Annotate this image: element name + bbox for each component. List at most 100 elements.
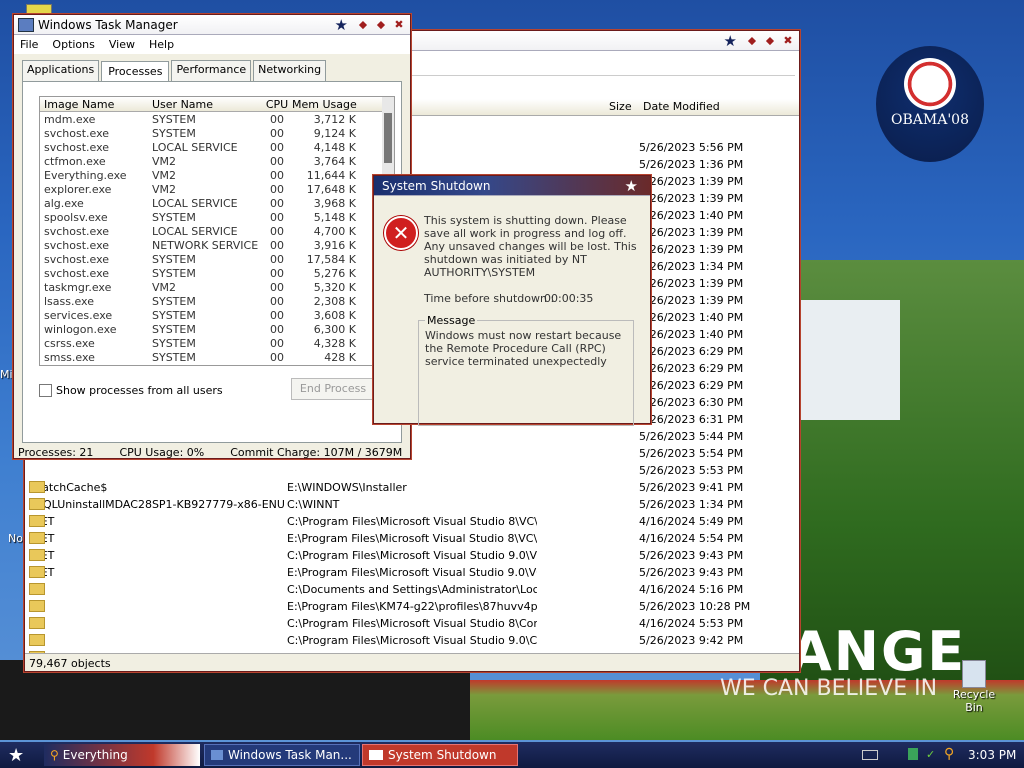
- process-cpu: 00: [270, 112, 284, 126]
- tray-network-icon[interactable]: [908, 748, 918, 760]
- file-date-modified: 5/26/2023 5:53 PM: [639, 464, 744, 477]
- file-path: C:\Program Files\Microsoft Visual Studio…: [287, 634, 537, 647]
- recycle-bin-icon[interactable]: Recycle Bin: [944, 660, 1004, 714]
- tab-performance[interactable]: Performance: [171, 60, 252, 81]
- file-row[interactable]: $SQLUninstallMDAC28SP1-KB927779-x86-ENU$…: [25, 498, 799, 515]
- end-process-button[interactable]: End Process: [291, 378, 375, 400]
- file-row[interactable]: .NETC:\Program Files\Microsoft Visual St…: [25, 515, 799, 532]
- clock[interactable]: 3:03 PM: [968, 748, 1016, 762]
- file-row[interactable]: 0C:\Documents and Settings\Administrator…: [25, 583, 799, 600]
- scroll-thumb[interactable]: [384, 113, 392, 163]
- process-row[interactable]: svchost.exe LOCAL SERVICE 00 4,148 K: [40, 140, 394, 154]
- taskbar-item-task-manager[interactable]: Windows Task Man...: [204, 744, 360, 766]
- maximize-icon[interactable]: ⬥: [763, 34, 777, 48]
- file-row[interactable]: $PatchCache$ E:\WINDOWS\Installer 5/26/202…: [25, 481, 799, 498]
- process-row[interactable]: explorer.exe VM2 00 17,648 K: [40, 182, 394, 196]
- process-cpu: 00: [270, 196, 284, 210]
- status-processes: Processes: 21: [18, 446, 94, 459]
- folder-icon: [29, 634, 45, 646]
- minimize-icon[interactable]: ⬥: [356, 18, 370, 32]
- process-image-name: explorer.exe: [44, 182, 112, 196]
- taskbar-item-everything[interactable]: ⚲ Everything: [44, 744, 200, 766]
- file-date-modified: 5/26/2023 5:44 PM: [639, 430, 744, 443]
- process-row[interactable]: svchost.exe LOCAL SERVICE 00 4,700 K: [40, 224, 394, 238]
- start-button[interactable]: ★: [2, 744, 32, 766]
- process-row[interactable]: lsass.exe SYSTEM 00 2,308 K: [40, 294, 394, 308]
- column-image-name[interactable]: Image Name: [40, 98, 152, 111]
- show-all-users-checkbox[interactable]: Show processes from all users: [39, 384, 223, 397]
- process-cpu: 00: [270, 238, 284, 252]
- star-start-icon: ★: [8, 744, 25, 766]
- process-row[interactable]: alg.exe LOCAL SERVICE 00 3,968 K: [40, 196, 394, 210]
- file-row[interactable]: .NETC:\Program Files\Microsoft Visual St…: [25, 549, 799, 566]
- taskbar-item-system-shutdown[interactable]: System Shutdown: [362, 744, 518, 766]
- menu-options[interactable]: Options: [52, 38, 94, 51]
- file-row[interactable]: 0C:\Program Files\Microsoft Visual Studi…: [25, 617, 799, 634]
- file-path: C:\Program Files\Microsoft Visual Studio…: [287, 549, 537, 562]
- tab-processes[interactable]: Processes: [101, 61, 170, 82]
- desktop-icon-left-2[interactable]: No: [8, 532, 23, 545]
- tray-search-icon[interactable]: ⚲: [944, 746, 954, 762]
- process-row[interactable]: mdm.exe SYSTEM 00 3,712 K: [40, 112, 394, 126]
- process-row[interactable]: winlogon.exe SYSTEM 00 6,300 K: [40, 322, 394, 336]
- menu-file[interactable]: File: [20, 38, 38, 51]
- file-row[interactable]: 0E:\Program Files\KM74-g22\profiles\87hu…: [25, 600, 799, 617]
- file-name-cell: $SQLUninstallMDAC28SP1-KB927779-x86-ENU$: [29, 498, 285, 511]
- file-row[interactable]: 5/26/2023 5:53 PM: [25, 464, 799, 481]
- task-manager-tabs: Applications Processes Performance Netwo…: [14, 60, 410, 82]
- file-date-modified: 5/26/2023 1:39 PM: [639, 192, 744, 205]
- process-row[interactable]: smss.exe SYSTEM 00 428 K: [40, 350, 394, 364]
- process-row[interactable]: spoolsv.exe SYSTEM 00 5,148 K: [40, 210, 394, 224]
- task-manager-taskbar-icon: [211, 750, 223, 760]
- column-user-name[interactable]: User Name: [152, 98, 262, 111]
- process-row[interactable]: Everything.exe VM2 00 11,644 K: [40, 168, 394, 182]
- task-manager-titlebar[interactable]: Windows Task Manager ★ ⬥ ⬥ ✖: [14, 15, 410, 35]
- process-cpu: 00: [270, 154, 284, 168]
- campaign-logo-text: OBAMA'08: [891, 112, 969, 128]
- file-path: E:\Program Files\Microsoft Visual Studio…: [287, 566, 537, 579]
- process-row[interactable]: svchost.exe SYSTEM 00 5,276 K: [40, 266, 394, 280]
- menu-help[interactable]: Help: [149, 38, 174, 51]
- file-path: E:\Program Files\KM74-g22\profiles\87huv…: [287, 600, 537, 613]
- process-row[interactable]: svchost.exe SYSTEM 00 17,584 K: [40, 252, 394, 266]
- desktop-icon-left-1[interactable]: Mi: [0, 368, 13, 381]
- close-icon[interactable]: ✖: [781, 34, 795, 48]
- process-user-name: NETWORK SERVICE: [152, 238, 259, 252]
- checkbox-box[interactable]: [39, 384, 52, 397]
- keyboard-icon[interactable]: [862, 750, 878, 760]
- maximize-icon[interactable]: ⬥: [374, 18, 388, 32]
- process-row[interactable]: services.exe SYSTEM 00 3,608 K: [40, 308, 394, 322]
- task-manager-window: Windows Task Manager ★ ⬥ ⬥ ✖ File Option…: [13, 14, 411, 459]
- process-row[interactable]: svchost.exeSYSTEM003,192 K: [40, 364, 394, 366]
- file-date-modified: 5/26/2023 1:40 PM: [639, 311, 744, 324]
- process-row[interactable]: taskmgr.exe VM2 00 5,320 K: [40, 280, 394, 294]
- tab-applications[interactable]: Applications: [22, 60, 100, 81]
- process-image-name: ctfmon.exe: [44, 154, 106, 168]
- close-icon[interactable]: ✖: [392, 18, 406, 32]
- tray-leaf-icon[interactable]: ✓: [926, 748, 935, 761]
- tab-networking[interactable]: Networking: [253, 60, 327, 81]
- file-date-modified: 4/16/2024 5:49 PM: [639, 515, 744, 528]
- column-date-modified[interactable]: Date Modified: [643, 100, 720, 113]
- process-cpu: 00: [270, 210, 284, 224]
- process-row[interactable]: csrss.exe SYSTEM 00 4,328 K: [40, 336, 394, 350]
- column-mem-usage[interactable]: Mem Usage: [292, 98, 362, 111]
- shutdown-message: This system is shutting down. Please sav…: [424, 214, 637, 279]
- process-row[interactable]: svchost.exe SYSTEM 00 9,124 K: [40, 126, 394, 140]
- column-size[interactable]: Size: [609, 100, 632, 113]
- file-row[interactable]: .NETE:\Program Files\Microsoft Visual St…: [25, 566, 799, 583]
- wallpaper-subslogan: WE CAN BELIEVE IN: [720, 676, 938, 701]
- process-row[interactable]: ctfmon.exe VM2 00 3,764 K: [40, 154, 394, 168]
- minimize-icon[interactable]: ⬥: [745, 34, 759, 48]
- process-mem-usage: 4,700 K: [313, 224, 356, 238]
- file-row[interactable]: .NETE:\Program Files\Microsoft Visual St…: [25, 532, 799, 549]
- menu-view[interactable]: View: [109, 38, 135, 51]
- file-path: E:\Program Files\Microsoft Visual Studio…: [287, 532, 537, 545]
- time-before-shutdown-value: 00:00:35: [544, 292, 594, 305]
- file-row[interactable]: 0C:\Program Files\Microsoft Visual Studi…: [25, 634, 799, 651]
- file-date-modified: 5/26/2023 1:34 PM: [639, 260, 744, 273]
- process-row[interactable]: svchost.exe NETWORK SERVICE 00 3,916 K: [40, 238, 394, 252]
- column-cpu[interactable]: CPU: [262, 98, 292, 111]
- shutdown-titlebar[interactable]: System Shutdown ★: [374, 176, 650, 196]
- file-name-cell: 0: [29, 583, 285, 596]
